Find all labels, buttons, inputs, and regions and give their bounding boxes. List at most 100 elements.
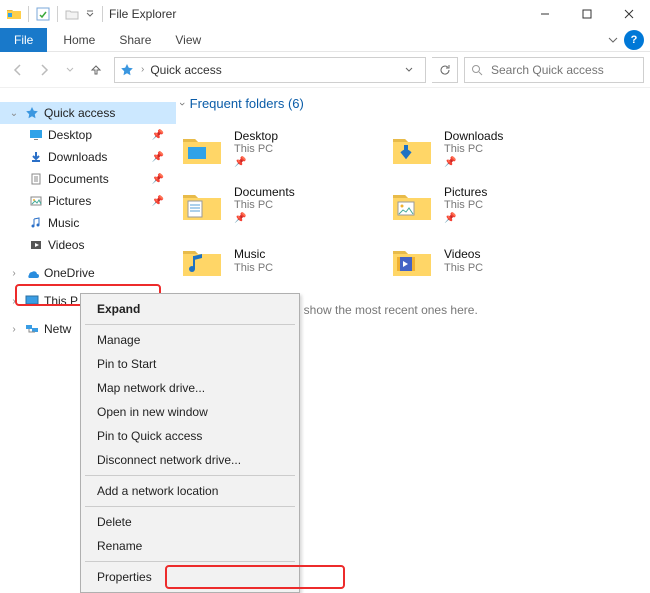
search-icon — [471, 64, 483, 76]
folder-icon — [390, 129, 434, 169]
folder-location: This PC — [234, 143, 278, 156]
file-tab[interactable]: File — [0, 28, 47, 52]
folder-location: This PC — [444, 199, 487, 212]
tree-label: Desktop — [48, 128, 92, 142]
videos-icon — [28, 237, 44, 253]
new-folder-qat-icon[interactable] — [64, 6, 80, 22]
properties-qat-icon[interactable] — [35, 6, 51, 22]
tree-downloads[interactable]: Downloads 📌 — [0, 146, 176, 168]
tree-pictures[interactable]: Pictures 📌 — [0, 190, 176, 212]
folder-name: Desktop — [234, 129, 278, 143]
folder-location: This PC — [444, 143, 503, 156]
folder-downloads[interactable]: Downloads This PC 📌 — [390, 121, 600, 177]
quick-access-toolbar — [6, 6, 96, 22]
cm-delete[interactable]: Delete — [83, 510, 297, 534]
nav-arrows — [6, 62, 108, 78]
home-tab[interactable]: Home — [51, 29, 107, 51]
pin-icon: 📌 — [234, 157, 278, 169]
folder-name: Music — [234, 247, 273, 261]
separator — [102, 6, 103, 22]
chevron-down-icon[interactable]: ⌄ — [8, 108, 20, 119]
help-icon[interactable]: ? — [624, 30, 644, 50]
explorer-app-icon — [6, 6, 22, 22]
folder-icon — [390, 241, 434, 281]
folder-location: This PC — [444, 262, 483, 275]
tree-label: Music — [48, 216, 79, 230]
tree-onedrive[interactable]: › OneDrive — [0, 262, 176, 284]
minimize-button[interactable] — [524, 0, 566, 28]
tree-videos[interactable]: Videos — [0, 234, 176, 256]
qat-customize-dropdown[interactable] — [84, 6, 96, 22]
up-button[interactable] — [88, 62, 104, 78]
separator — [85, 506, 295, 507]
cm-properties[interactable]: Properties — [83, 565, 297, 589]
close-button[interactable] — [608, 0, 650, 28]
folder-location: This PC — [234, 262, 273, 275]
tree-label: This P — [44, 294, 78, 308]
chevron-down-icon: › — [176, 102, 188, 106]
navigation-row: › Quick access — [0, 52, 650, 88]
share-tab[interactable]: Share — [107, 29, 163, 51]
quick-access-star-icon — [119, 62, 135, 78]
separator — [85, 475, 295, 476]
folder-music[interactable]: Music This PC — [180, 233, 390, 289]
folder-pictures[interactable]: Pictures This PC 📌 — [390, 177, 600, 233]
cm-expand[interactable]: Expand — [83, 297, 297, 321]
cm-add-network-location[interactable]: Add a network location — [83, 479, 297, 503]
onedrive-icon — [24, 265, 40, 281]
tree-quick-access[interactable]: ⌄ Quick access — [0, 102, 176, 124]
forward-button[interactable] — [36, 62, 52, 78]
address-text: Quick access — [150, 63, 399, 77]
cm-pin-quick-access[interactable]: Pin to Quick access — [83, 424, 297, 448]
address-bar[interactable]: › Quick access — [114, 57, 426, 83]
network-icon — [24, 321, 40, 337]
folder-documents[interactable]: Documents This PC 📌 — [180, 177, 390, 233]
search-input[interactable] — [489, 62, 648, 78]
ribbon-expand-icon[interactable] — [604, 35, 622, 45]
cm-disconnect-drive[interactable]: Disconnect network drive... — [83, 448, 297, 472]
tree-desktop[interactable]: Desktop 📌 — [0, 124, 176, 146]
separator — [28, 6, 29, 22]
tree-label: OneDrive — [44, 266, 95, 280]
chevron-right-icon[interactable]: › — [8, 324, 20, 335]
cm-manage[interactable]: Manage — [83, 328, 297, 352]
back-button[interactable] — [10, 62, 26, 78]
folder-location: This PC — [234, 199, 295, 212]
cm-pin-to-start[interactable]: Pin to Start — [83, 352, 297, 376]
pictures-icon — [28, 193, 44, 209]
chevron-right-icon[interactable]: › — [8, 296, 20, 307]
search-box[interactable] — [464, 57, 644, 83]
separator — [85, 561, 295, 562]
folder-desktop[interactable]: Desktop This PC 📌 — [180, 121, 390, 177]
cm-map-network-drive[interactable]: Map network drive... — [83, 376, 297, 400]
refresh-button[interactable] — [432, 57, 458, 83]
tree-documents[interactable]: Documents 📌 — [0, 168, 176, 190]
cm-open-new-window[interactable]: Open in new window — [83, 400, 297, 424]
window-title: File Explorer — [109, 7, 176, 21]
ribbon-tabs: File Home Share View ? — [0, 28, 650, 52]
tree-label: Documents — [48, 172, 109, 186]
quick-access-star-icon — [24, 105, 40, 121]
chevron-right-icon[interactable]: › — [8, 268, 20, 279]
pin-icon: 📌 — [152, 130, 164, 141]
pin-icon: 📌 — [444, 157, 503, 169]
tree-label: Downloads — [48, 150, 107, 164]
tree-music[interactable]: Music — [0, 212, 176, 234]
view-tab[interactable]: View — [163, 29, 213, 51]
folder-grid: Desktop This PC 📌 Downloads This PC 📌 Do… — [180, 121, 642, 289]
address-dropdown-icon[interactable] — [405, 66, 421, 74]
recent-locations-dropdown[interactable] — [62, 62, 78, 78]
cm-rename[interactable]: Rename — [83, 534, 297, 558]
address-chevron-icon[interactable]: › — [141, 64, 144, 75]
window-controls — [524, 0, 650, 28]
frequent-folders-header[interactable]: › Frequent folders (6) — [180, 96, 642, 111]
downloads-icon — [28, 149, 44, 165]
tree-label: Netw — [44, 322, 71, 336]
separator — [57, 6, 58, 22]
maximize-button[interactable] — [566, 0, 608, 28]
tree-label: Videos — [48, 238, 84, 252]
folder-videos[interactable]: Videos This PC — [390, 233, 600, 289]
folder-icon — [180, 129, 224, 169]
pin-icon: 📌 — [152, 152, 164, 163]
tree-label: Pictures — [48, 194, 91, 208]
